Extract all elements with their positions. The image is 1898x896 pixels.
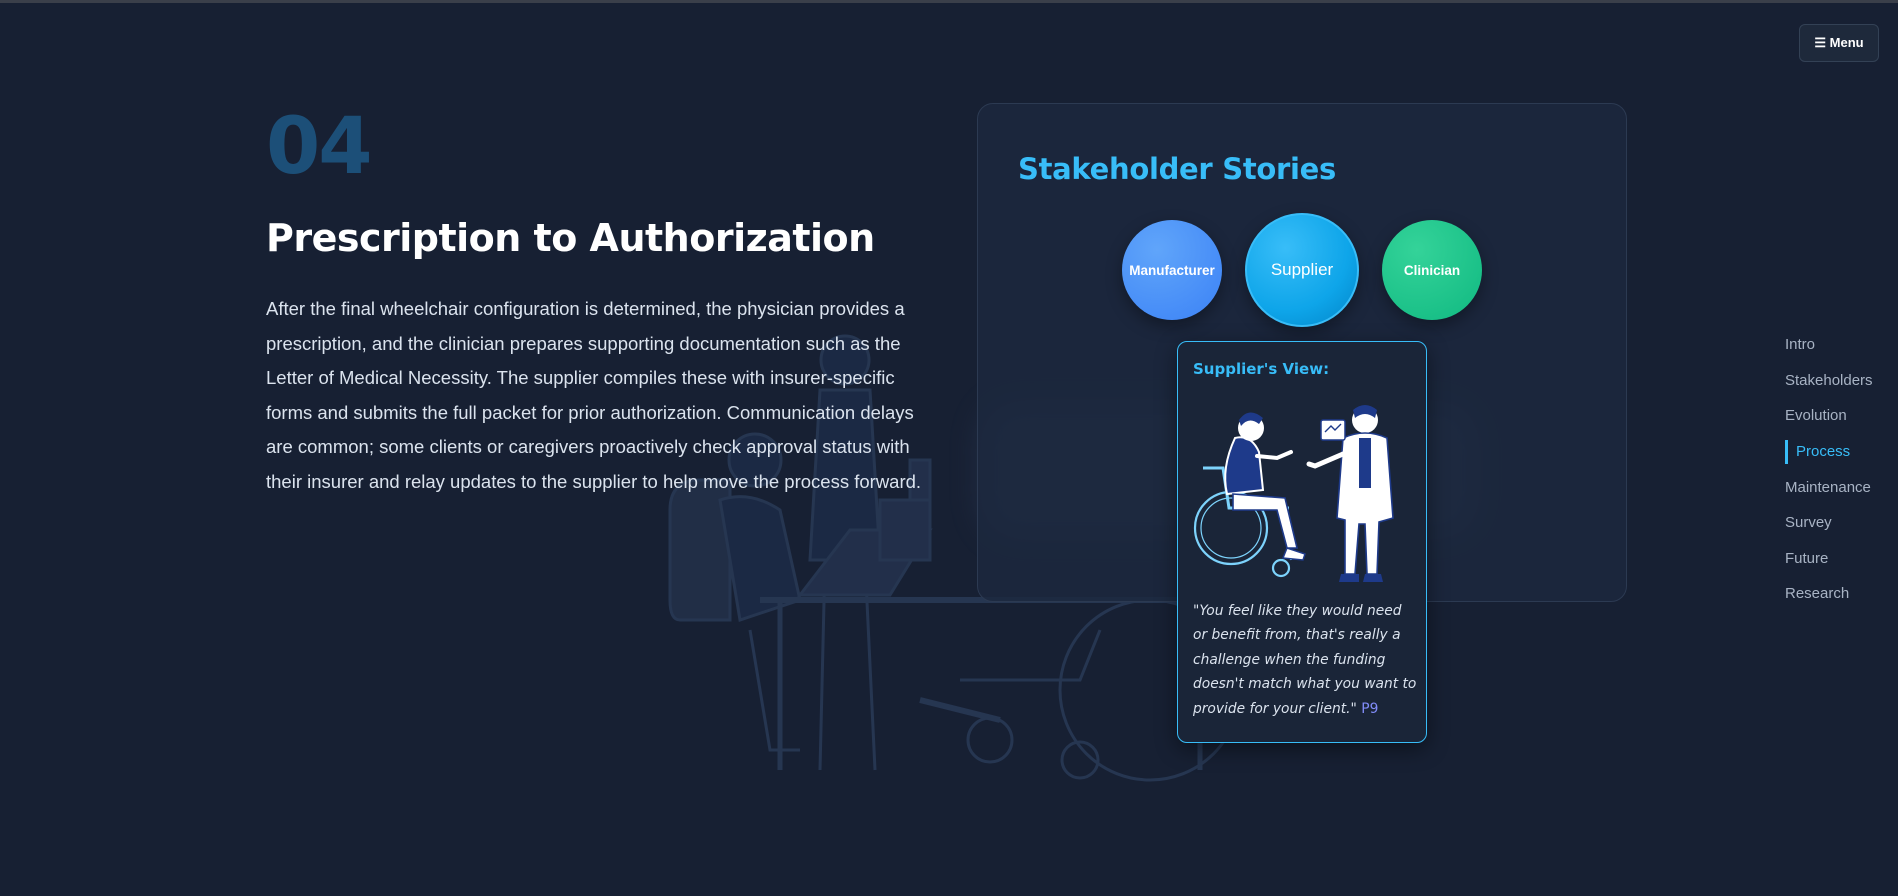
manufacturer-bubble[interactable]: Manufacturer xyxy=(1122,220,1222,320)
clinician-label: Clinician xyxy=(1403,262,1461,278)
supplier-view-popover: Supplier's View: "You feel like they wou… xyxy=(1177,341,1427,743)
window-top-border xyxy=(0,0,1898,3)
nav-item-maintenance[interactable]: Maintenance xyxy=(1785,469,1873,505)
quote-text: "You feel like they would need or benefi… xyxy=(1193,603,1417,717)
section-number: 04 xyxy=(266,102,373,192)
nav-item-evolution[interactable]: Evolution xyxy=(1785,398,1873,434)
wheelchair-clinician-illustration xyxy=(1193,405,1394,582)
clinician-bubble[interactable]: Clinician xyxy=(1382,220,1482,320)
menu-button[interactable]: ☰ Menu xyxy=(1799,24,1879,62)
participant-ref: P9 xyxy=(1361,700,1379,717)
nav-item-stakeholders[interactable]: Stakeholders xyxy=(1785,363,1873,399)
supplier-label: Supplier xyxy=(1270,260,1334,279)
supplier-bubble[interactable]: Supplier xyxy=(1245,213,1359,327)
menu-button-label: ☰ Menu xyxy=(1814,35,1864,50)
nav-item-survey[interactable]: Survey xyxy=(1785,505,1873,541)
nav-item-process[interactable]: Process xyxy=(1785,439,1873,464)
section-title: Prescription to Authorization xyxy=(266,216,875,260)
supplier-quote: "You feel like they would need or benefi… xyxy=(1193,599,1419,721)
manufacturer-label: Manufacturer xyxy=(1129,262,1215,278)
nav-item-intro[interactable]: Intro xyxy=(1785,327,1873,363)
section-body: After the final wheelchair configuration… xyxy=(266,298,922,492)
section-nav: Intro Stakeholders Evolution Process Mai… xyxy=(1785,327,1873,612)
nav-item-future[interactable]: Future xyxy=(1785,541,1873,577)
view-title: Supplier's View: xyxy=(1193,360,1330,378)
nav-item-research[interactable]: Research xyxy=(1785,576,1873,612)
stakeholder-stories-title: Stakeholder Stories xyxy=(1018,152,1336,186)
